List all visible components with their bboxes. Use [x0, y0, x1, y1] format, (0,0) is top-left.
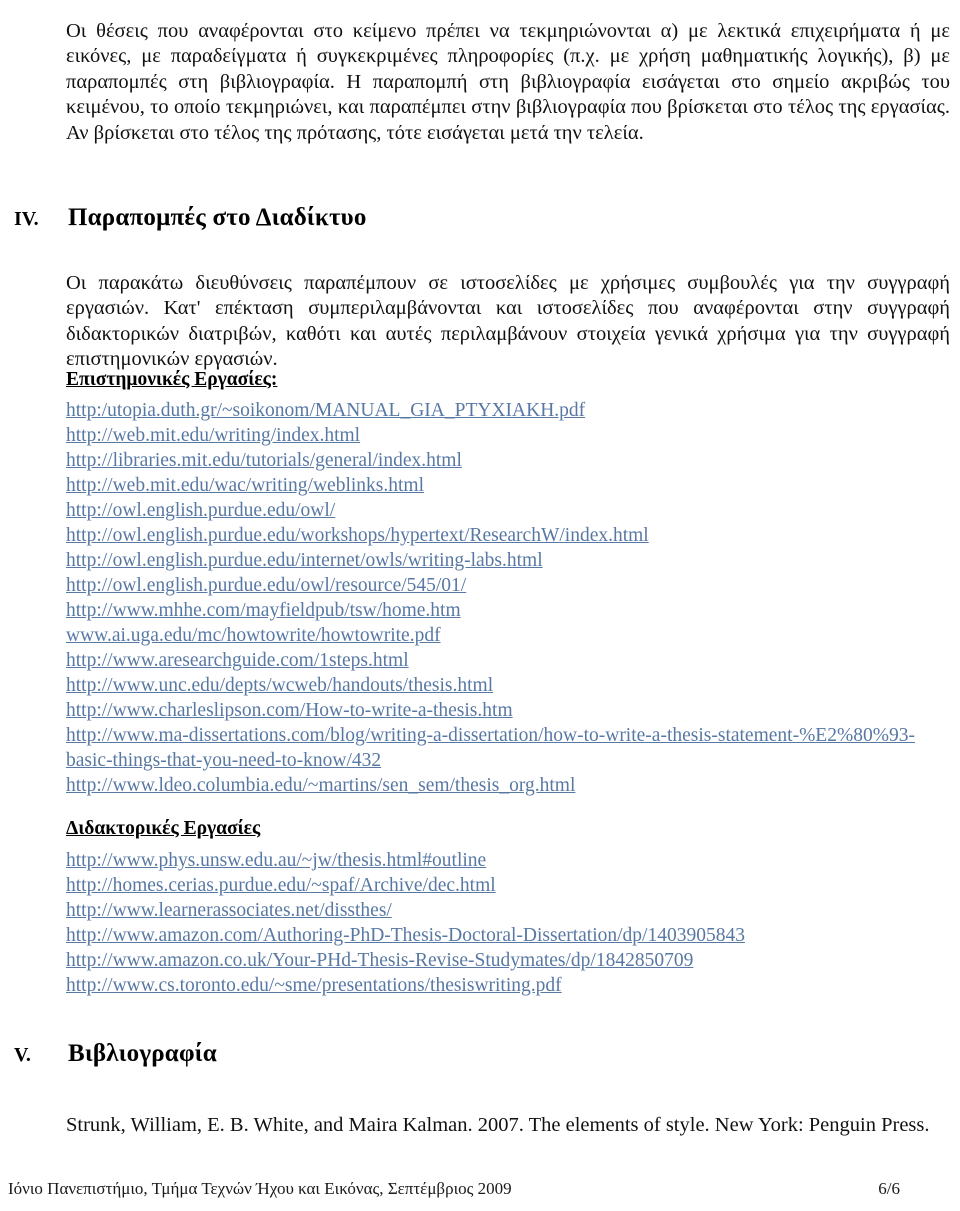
section-iv-paragraph: Οι παρακάτω διευθύνσεις παραπέμπουν σε ι… [66, 271, 950, 371]
bibliography-entry: Strunk, William, E. B. White, and Maira … [66, 1113, 930, 1136]
link-item[interactable]: http://www.amazon.com/Authoring-PhD-Thes… [66, 923, 956, 948]
doctoral-works-link-list: http://www.phys.unsw.edu.au/~jw/thesis.h… [66, 848, 956, 998]
link-item[interactable]: http://owl.english.purdue.edu/owl/ [66, 498, 956, 523]
link-item[interactable]: http://web.mit.edu/wac/writing/weblinks.… [66, 473, 956, 498]
intro-paragraph: Οι θέσεις που αναφέρονται στο κείμενο πρ… [66, 19, 950, 144]
section-title-iv: Παραπομπές στο Διαδίκτυο [68, 204, 367, 231]
footer-source-text: Ιόνιο Πανεπιστήμιο, Τμήμα Τεχνών Ήχου κα… [8, 1179, 512, 1198]
link-item[interactable]: http://web.mit.edu/writing/index.html [66, 423, 956, 448]
subheading-doctoral-works: Διδακτορικές Εργασίες [66, 818, 261, 839]
footer-page-number: 6/6 [878, 1179, 900, 1198]
scientific-works-link-list: http:/utopia.duth.gr/~soikonom/MANUAL_GI… [66, 398, 956, 798]
link-item[interactable]: http://www.amazon.co.uk/Your-PHd-Thesis-… [66, 948, 956, 973]
link-item[interactable]: http://www.cs.toronto.edu/~sme/presentat… [66, 973, 956, 998]
section-heading-v: V. Βιβλιογραφία [14, 1039, 914, 1070]
link-item[interactable]: http://owl.english.purdue.edu/workshops/… [66, 523, 956, 548]
link-item[interactable]: http://www.phys.unsw.edu.au/~jw/thesis.h… [66, 848, 956, 873]
document-page: Οι θέσεις που αναφέρονται στο κείμενο πρ… [0, 0, 960, 1211]
link-item[interactable]: http://www.ma-dissertations.com/blog/wri… [66, 723, 956, 773]
section-numeral-v: V. [14, 1044, 31, 1066]
link-item[interactable]: http://libraries.mit.edu/tutorials/gener… [66, 448, 956, 473]
link-item[interactable]: http://www.unc.edu/depts/wcweb/handouts/… [66, 673, 956, 698]
link-item[interactable]: http://www.ldeo.columbia.edu/~martins/se… [66, 773, 956, 798]
link-item[interactable]: http://owl.english.purdue.edu/internet/o… [66, 548, 956, 573]
link-item[interactable]: http://homes.cerias.purdue.edu/~spaf/Arc… [66, 873, 956, 898]
link-item[interactable]: http://www.charleslipson.com/How-to-writ… [66, 698, 956, 723]
page-footer: Ιόνιο Πανεπιστήμιο, Τμήμα Τεχνών Ήχου κα… [8, 1178, 952, 1199]
link-item[interactable]: www.ai.uga.edu/mc/howtowrite/howtowrite.… [66, 623, 956, 648]
link-item[interactable]: http://www.aresearchguide.com/1steps.htm… [66, 648, 956, 673]
section-heading-iv: IV. Παραπομπές στο Διαδίκτυο [14, 203, 914, 234]
section-title-v: Βιβλιογραφία [68, 1040, 217, 1067]
link-item[interactable]: http://www.mhhe.com/mayfieldpub/tsw/home… [66, 598, 956, 623]
subheading-scientific-works: Επιστημονικές Εργασίες: [66, 369, 278, 390]
link-item[interactable]: http://www.learnerassociates.net/dissthe… [66, 898, 956, 923]
link-item[interactable]: http:/utopia.duth.gr/~soikonom/MANUAL_GI… [66, 398, 956, 423]
section-numeral-iv: IV. [14, 208, 39, 230]
link-item[interactable]: http://owl.english.purdue.edu/owl/resour… [66, 573, 956, 598]
